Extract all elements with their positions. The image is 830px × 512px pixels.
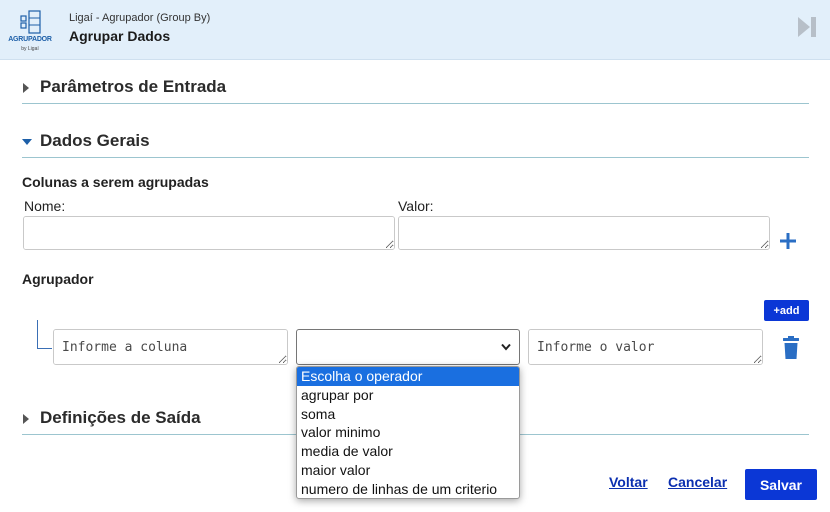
add-column-icon[interactable]: [780, 233, 796, 249]
operator-option[interactable]: maior valor: [297, 461, 519, 480]
operator-option[interactable]: Escolha o operador: [297, 367, 519, 386]
section-title: Parâmetros de Entrada: [40, 77, 227, 96]
operator-option[interactable]: soma: [297, 405, 519, 424]
chevron-down-icon: [501, 343, 511, 351]
section-title: Dados Gerais: [40, 131, 150, 150]
operator-option[interactable]: numero de linhas de um criterio: [297, 480, 519, 498]
value-field[interactable]: [398, 216, 770, 250]
app-logo: AGRUPADOR by Ligaí: [6, 6, 54, 54]
trash-icon[interactable]: [781, 336, 801, 360]
grouper-logo-icon: [20, 10, 41, 34]
name-label: Nome:: [24, 198, 66, 214]
value-label: Valor:: [398, 198, 434, 214]
page-title: Agrupar Dados: [69, 28, 171, 44]
section-title: Definições de Saída: [40, 408, 201, 427]
operator-option[interactable]: valor minimo: [297, 423, 519, 442]
section-input-parameters[interactable]: Parâmetros de Entrada: [22, 74, 809, 104]
add-grouper-button[interactable]: +add: [764, 300, 809, 321]
value-input[interactable]: [528, 329, 763, 365]
caret-right-icon: [23, 83, 29, 93]
logo-brand-text: AGRUPADOR: [8, 36, 52, 43]
back-link[interactable]: Voltar: [609, 474, 648, 490]
app-subtitle: Ligaí - Agrupador (Group By): [69, 12, 211, 24]
name-field[interactable]: [23, 216, 395, 250]
column-input[interactable]: [53, 329, 288, 365]
caret-down-icon: [22, 139, 32, 145]
skip-forward-icon[interactable]: [797, 16, 817, 38]
operator-select[interactable]: [296, 329, 520, 365]
app-header: AGRUPADOR by Ligaí Ligaí - Agrupador (Gr…: [0, 0, 830, 60]
save-button[interactable]: Salvar: [745, 469, 817, 500]
caret-right-icon: [23, 414, 29, 424]
grouper-heading: Agrupador: [22, 271, 94, 287]
cancel-link[interactable]: Cancelar: [668, 474, 727, 490]
tree-connector: [37, 320, 52, 349]
operator-option[interactable]: media de valor: [297, 442, 519, 461]
operator-option[interactable]: agrupar por: [297, 386, 519, 405]
logo-by-text: by Ligaí: [21, 46, 39, 52]
columns-heading: Colunas a serem agrupadas: [22, 174, 209, 190]
section-general-data[interactable]: Dados Gerais: [22, 128, 809, 158]
operator-dropdown-list[interactable]: Escolha o operador agrupar por soma valo…: [296, 366, 520, 499]
